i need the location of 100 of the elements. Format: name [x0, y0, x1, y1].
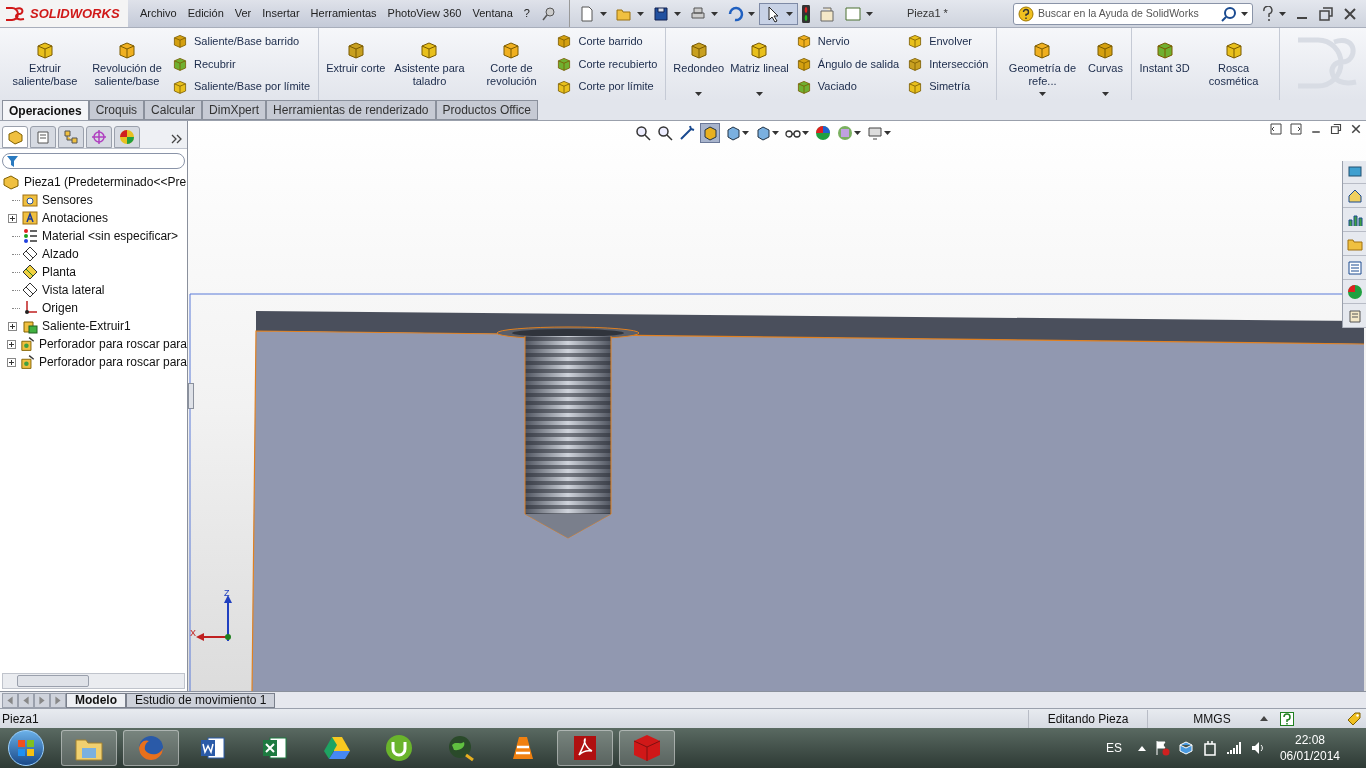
- signal-icon[interactable]: [1225, 740, 1242, 756]
- help-icon[interactable]: [1280, 711, 1294, 726]
- tree-item[interactable]: Saliente-Extruir1: [42, 317, 131, 335]
- panel-tab[interactable]: [2, 126, 28, 148]
- caret-up-icon[interactable]: [1137, 745, 1146, 751]
- search-input[interactable]: Buscar en la Ayuda de SolidWorks: [1038, 5, 1217, 22]
- menu-item[interactable]: Ver: [234, 5, 252, 22]
- panel-tab[interactable]: [86, 126, 112, 148]
- axis-label: X: [190, 627, 196, 640]
- menu-item[interactable]: Herramientas: [310, 5, 377, 22]
- command-tab[interactable]: Calcular: [144, 100, 203, 120]
- plane-icon: [22, 246, 38, 262]
- color-wheel-icon: [1346, 284, 1363, 300]
- ribbon-command[interactable]: Saliente/Base barrido: [172, 33, 311, 50]
- ribbon-command[interactable]: Rosca cosmética: [1192, 28, 1275, 100]
- ribbon-command[interactable]: Corte recubierto: [556, 55, 658, 73]
- clock[interactable]: 22:08 06/01/2014: [1279, 732, 1340, 764]
- close-icon[interactable]: [1342, 5, 1358, 22]
- ribbon-command[interactable]: Saliente/Base por límite: [172, 78, 311, 95]
- ribbon-command[interactable]: Corte de revolución: [470, 28, 553, 100]
- menu-item[interactable]: Archivo: [140, 5, 177, 22]
- caret-icon: [854, 131, 861, 135]
- ribbon-command[interactable]: Instant 3D: [1136, 28, 1193, 100]
- tile-left-icon[interactable]: [1270, 123, 1282, 135]
- search-icon[interactable]: [1221, 5, 1237, 22]
- restore-icon[interactable]: [1318, 5, 1334, 22]
- ribbon-command[interactable]: Envolver: [907, 33, 989, 50]
- plane-icon: [22, 282, 38, 298]
- horizontal-scrollbar[interactable]: [2, 673, 185, 689]
- command-tab[interactable]: Productos Office: [435, 100, 538, 120]
- tree-item[interactable]: Sensores: [42, 191, 93, 209]
- speaker-icon[interactable]: [1249, 740, 1266, 756]
- pin-icon[interactable]: [540, 5, 557, 22]
- expand-icon[interactable]: [7, 321, 17, 331]
- view-button[interactable]: [634, 123, 652, 143]
- ribbon-command[interactable]: Simetría: [907, 78, 989, 95]
- menu-item[interactable]: Insertar: [262, 5, 300, 22]
- ribbon-command[interactable]: Revolución de saliente/base: [86, 28, 168, 100]
- chevron-icon[interactable]: [171, 134, 183, 144]
- expand-icon[interactable]: [7, 213, 17, 223]
- panel-tab[interactable]: [30, 126, 56, 148]
- start-button[interactable]: [8, 730, 44, 766]
- folder-icon: [22, 192, 38, 208]
- ribbon-command[interactable]: Geometría de refe...: [1001, 28, 1084, 100]
- ribbon-command[interactable]: Ángulo de salida: [795, 55, 900, 73]
- tree-item[interactable]: Perforador para roscar para: [38, 353, 187, 371]
- tree-item[interactable]: Vista lateral: [42, 281, 105, 299]
- ribbon-command[interactable]: Curvas: [1083, 28, 1128, 100]
- restore-icon[interactable]: [1330, 123, 1342, 135]
- tag-icon[interactable]: [1346, 710, 1362, 727]
- view-button[interactable]: [814, 123, 832, 143]
- tree-item[interactable]: Material <sin especificar>: [42, 227, 179, 245]
- ribbon-command[interactable]: Intersección: [907, 55, 989, 73]
- menu-item[interactable]: ?: [523, 5, 530, 22]
- toolbar-button[interactable]: [758, 2, 798, 25]
- menu-item[interactable]: Ventana: [472, 5, 513, 22]
- tree-item[interactable]: Anotaciones: [42, 209, 109, 227]
- panel-tab[interactable]: [114, 126, 140, 148]
- caret-up-icon[interactable]: [1260, 716, 1268, 721]
- splitter-handle[interactable]: [188, 383, 194, 409]
- ribbon-command[interactable]: Corte barrido: [556, 33, 658, 50]
- tree-item[interactable]: Alzado: [42, 245, 79, 263]
- ribbon-command[interactable]: Corte por límite: [556, 78, 658, 95]
- menu-item[interactable]: Edición: [187, 5, 224, 22]
- ribbon-command[interactable]: Matriz lineal: [727, 28, 792, 100]
- language-indicator[interactable]: ES: [1105, 739, 1122, 757]
- command-tab[interactable]: Herramientas de renderizado: [266, 100, 436, 120]
- command-tab[interactable]: Croquis: [88, 100, 145, 120]
- ribbon-command[interactable]: Redondeo: [670, 28, 728, 100]
- command-tab[interactable]: DimXpert: [202, 100, 267, 120]
- ribbon-command[interactable]: Extruir corte: [323, 28, 389, 100]
- scrollbar-thumb[interactable]: [17, 675, 89, 687]
- close-icon[interactable]: [1350, 123, 1362, 135]
- expand-icon[interactable]: [6, 357, 16, 367]
- tile-right-icon[interactable]: [1290, 123, 1302, 135]
- menu-item[interactable]: PhotoView 360: [387, 5, 462, 22]
- tree-item[interactable]: Origen: [42, 299, 79, 317]
- ribbon-command[interactable]: Vaciado: [795, 78, 900, 95]
- box-icon[interactable]: [1177, 740, 1194, 756]
- model-tab[interactable]: Modelo: [66, 692, 126, 708]
- command-tab[interactable]: Operaciones: [2, 100, 89, 120]
- panel-tab[interactable]: [58, 126, 84, 148]
- model-tab[interactable]: Estudio de movimiento 1: [126, 692, 276, 708]
- magnifier-icon: [635, 125, 651, 141]
- ribbon-command[interactable]: Extruir saliente/base: [4, 28, 86, 100]
- view-button[interactable]: [656, 123, 674, 143]
- ribbon-command[interactable]: Nervio: [795, 33, 900, 50]
- expand-icon[interactable]: [6, 339, 16, 349]
- ribbon-command[interactable]: Asistente para taladro: [388, 28, 471, 100]
- search-field[interactable]: Buscar en la Ayuda de SolidWorks: [1013, 2, 1253, 25]
- ribbon-command[interactable]: Recubrir: [172, 55, 311, 73]
- color-wheel-icon: [119, 129, 135, 145]
- flag-icon[interactable]: [1153, 740, 1170, 756]
- view-button[interactable]: [836, 123, 862, 143]
- home-icon: [1346, 188, 1363, 204]
- tree-item[interactable]: Pieza1 (Predeterminado<<Pre: [2, 173, 187, 191]
- power-plug-icon[interactable]: [1201, 740, 1218, 756]
- tree-item[interactable]: Planta: [42, 263, 77, 281]
- help-icon[interactable]: [1261, 5, 1275, 22]
- tree-item[interactable]: Perforador para roscar para: [38, 335, 187, 353]
